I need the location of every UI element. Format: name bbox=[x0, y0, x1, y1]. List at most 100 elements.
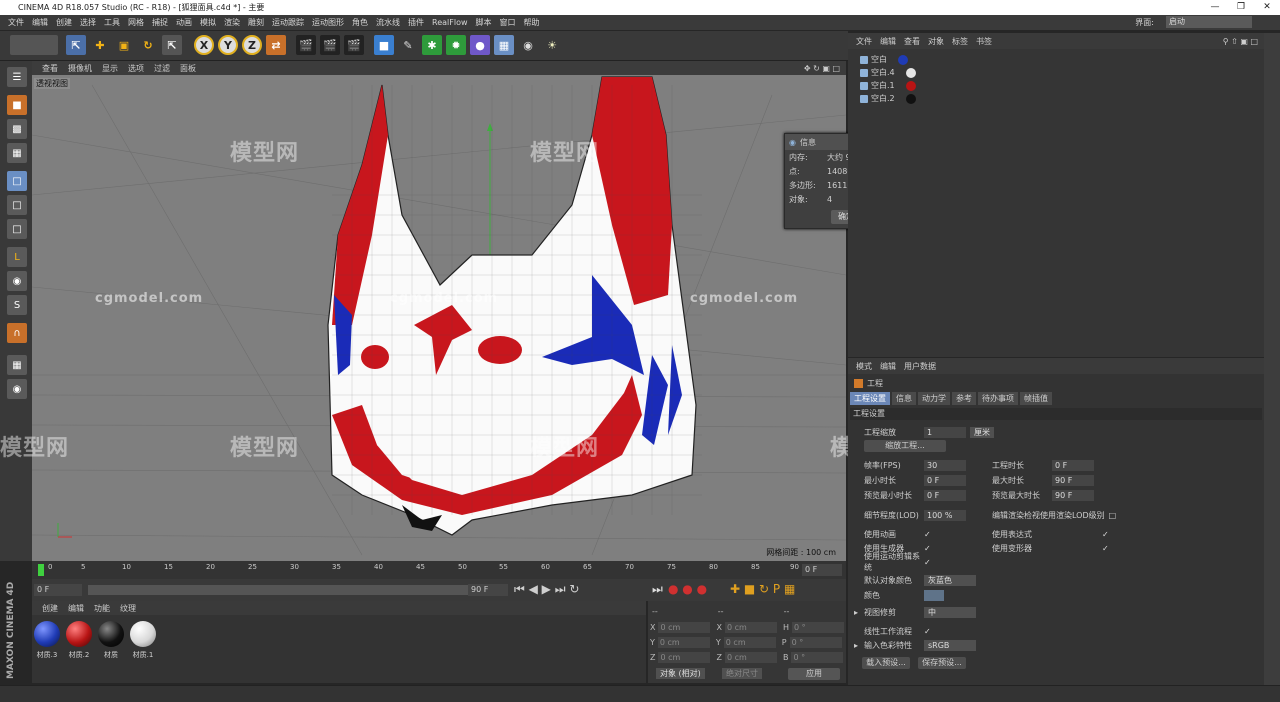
material-tag-icon[interactable] bbox=[898, 54, 908, 65]
end-frame-field[interactable]: 90 F bbox=[468, 584, 508, 596]
position-x-field[interactable]: 0 cm bbox=[658, 621, 711, 633]
material-menu-item[interactable]: 创建 bbox=[42, 603, 58, 614]
model-mode-icon[interactable]: ■ bbox=[7, 95, 27, 115]
color-swatch[interactable] bbox=[924, 589, 944, 601]
move-icon[interactable]: ✚ bbox=[90, 35, 110, 55]
material-swatch[interactable]: 材质 bbox=[96, 621, 126, 663]
polygons-mode-icon[interactable]: □ bbox=[7, 219, 27, 239]
tab-info[interactable]: 信息 bbox=[892, 392, 916, 405]
render-settings-icon[interactable]: 🎬 bbox=[344, 35, 364, 55]
rotation-p-field[interactable]: 0 ° bbox=[789, 636, 842, 648]
apply-button[interactable]: 应用 bbox=[788, 668, 840, 680]
select-icon[interactable]: ⇱ bbox=[66, 35, 86, 55]
range-slider[interactable] bbox=[88, 585, 468, 595]
material-swatch[interactable]: 材质.3 bbox=[32, 621, 62, 663]
scale-icon[interactable]: ▣ bbox=[114, 35, 134, 55]
preview-max-field[interactable]: 90 F bbox=[1052, 489, 1094, 501]
menu-item[interactable]: 编辑 bbox=[32, 17, 48, 28]
light-icon[interactable]: ☀ bbox=[542, 35, 562, 55]
material-tag-icon[interactable] bbox=[905, 67, 916, 78]
x-axis-icon[interactable]: X bbox=[194, 35, 214, 55]
layout-dropdown[interactable]: 启动 bbox=[1166, 16, 1252, 28]
rotation-h-field[interactable]: 0 ° bbox=[791, 621, 844, 633]
floor-icon[interactable]: ▦ bbox=[494, 35, 514, 55]
lock-icon[interactable]: ◉ bbox=[7, 379, 27, 399]
menu-item[interactable]: 运动图形 bbox=[312, 17, 344, 28]
use-expressions-checkbox[interactable]: ✓ bbox=[1102, 530, 1109, 539]
menu-item[interactable]: 创建 bbox=[56, 17, 72, 28]
start-frame-field[interactable]: 0 F bbox=[34, 584, 82, 596]
menu-item[interactable]: 工具 bbox=[104, 17, 120, 28]
menu-item[interactable]: 运动跟踪 bbox=[272, 17, 304, 28]
fps-field[interactable]: 30 bbox=[924, 459, 966, 471]
tab-project-settings[interactable]: 工程设置 bbox=[850, 392, 890, 405]
checker-icon[interactable]: ▦ bbox=[7, 355, 27, 375]
color-profile-dropdown[interactable]: sRGB bbox=[924, 639, 976, 651]
menu-item[interactable]: 捕捉 bbox=[152, 17, 168, 28]
lod-checkbox[interactable]: □ bbox=[1109, 511, 1117, 520]
axis-mode-icon[interactable]: L bbox=[7, 247, 27, 267]
object-manager-nav-icon[interactable]: ⚲ ⇧ ▣ □ bbox=[1223, 37, 1258, 46]
position-z-field[interactable]: 0 cm bbox=[658, 651, 711, 663]
viewport-menu-item[interactable]: 摄像机 bbox=[68, 63, 92, 74]
default-color-dropdown[interactable]: 灰蓝色 bbox=[924, 574, 976, 586]
viewport-menu-item[interactable]: 面板 bbox=[180, 63, 196, 74]
y-axis-icon[interactable]: Y bbox=[218, 35, 238, 55]
recent-tool-icon[interactable]: ⇱ bbox=[162, 35, 182, 55]
use-animation-checkbox[interactable]: ✓ bbox=[924, 530, 931, 539]
view-clip-dropdown[interactable]: 中 bbox=[924, 606, 976, 618]
attr-menu-item[interactable]: 编辑 bbox=[880, 361, 896, 372]
material-tag-icon[interactable] bbox=[905, 80, 916, 91]
size-mode-dropdown[interactable]: 绝对尺寸 bbox=[722, 668, 762, 679]
scale-project-button[interactable]: 缩放工程... bbox=[864, 440, 946, 452]
magnet-icon[interactable]: ∩ bbox=[7, 323, 27, 343]
viewport-menu-item[interactable]: 查看 bbox=[42, 63, 58, 74]
rotation-b-field[interactable]: 0 ° bbox=[791, 651, 844, 663]
menu-item[interactable]: 脚本 bbox=[476, 17, 492, 28]
camera-icon[interactable]: ◉ bbox=[518, 35, 538, 55]
material-tag-icon[interactable] bbox=[905, 93, 916, 104]
use-generators-checkbox[interactable]: ✓ bbox=[924, 544, 931, 553]
object-menu-item[interactable]: 书签 bbox=[976, 36, 992, 47]
tab-reference[interactable]: 参考 bbox=[952, 392, 976, 405]
record-keys-icon[interactable]: ● ● ● bbox=[668, 582, 707, 596]
size-y-field[interactable]: 0 cm bbox=[723, 636, 776, 648]
max-time-field[interactable]: 90 F bbox=[1052, 474, 1094, 486]
object-row[interactable]: 空白.1 bbox=[860, 79, 916, 92]
workplane-icon[interactable]: ▦ bbox=[7, 143, 27, 163]
lod-field[interactable]: 100 % bbox=[924, 509, 966, 521]
menu-item[interactable]: 网格 bbox=[128, 17, 144, 28]
transport-controls-icon[interactable]: ⏮ ◀ ▶ ⏭ ↻ bbox=[514, 582, 579, 597]
viewport-menu-item[interactable]: 过滤 bbox=[154, 63, 170, 74]
object-menu-item[interactable]: 编辑 bbox=[880, 36, 896, 47]
snap-icon[interactable]: S bbox=[7, 295, 27, 315]
render-view-icon[interactable]: 🎬 bbox=[296, 35, 316, 55]
project-scale-field[interactable]: 1 bbox=[924, 426, 966, 438]
edges-mode-icon[interactable]: □ bbox=[7, 195, 27, 215]
attr-menu-item[interactable]: 模式 bbox=[856, 361, 872, 372]
save-preset-button[interactable]: 保存预设... bbox=[918, 657, 966, 669]
rotate-icon[interactable]: ↻ bbox=[138, 35, 158, 55]
render-picture-viewer-icon[interactable]: 🎬 bbox=[320, 35, 340, 55]
object-row[interactable]: 空白 bbox=[860, 53, 908, 66]
3d-viewport[interactable]: 透视视图 网格间距 : 100 cm bbox=[32, 75, 846, 561]
close-icon[interactable]: ✕ bbox=[1254, 0, 1280, 15]
attr-menu-item[interactable]: 用户数据 bbox=[904, 361, 936, 372]
menu-item[interactable]: RealFlow bbox=[432, 18, 468, 27]
menu-item[interactable]: 动画 bbox=[176, 17, 192, 28]
viewport-menu-item[interactable]: 显示 bbox=[102, 63, 118, 74]
material-menu-item[interactable]: 纹理 bbox=[120, 603, 136, 614]
menu-item[interactable]: 雕刻 bbox=[248, 17, 264, 28]
material-menu-item[interactable]: 编辑 bbox=[68, 603, 84, 614]
array-icon[interactable]: ✹ bbox=[446, 35, 466, 55]
use-deformers-checkbox[interactable]: ✓ bbox=[1102, 544, 1109, 553]
menu-item[interactable]: 选择 bbox=[80, 17, 96, 28]
menu-item[interactable]: 帮助 bbox=[524, 17, 540, 28]
object-row[interactable]: 空白.4 bbox=[860, 66, 916, 79]
coord-mode-dropdown[interactable]: 对象 (相对) bbox=[656, 668, 705, 679]
project-scale-unit[interactable]: 厘米 bbox=[970, 426, 994, 438]
menu-item[interactable]: 角色 bbox=[352, 17, 368, 28]
make-editable-icon[interactable]: ☰ bbox=[7, 67, 27, 87]
z-axis-icon[interactable]: Z bbox=[242, 35, 262, 55]
menu-item[interactable]: 渲染 bbox=[224, 17, 240, 28]
